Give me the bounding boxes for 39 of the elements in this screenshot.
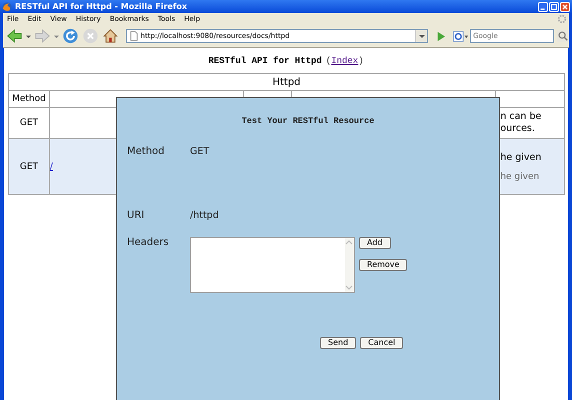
action-button[interactable]: Send [320,337,356,349]
dialog-title: Test Your RESTful Resource [240,116,376,126]
back-icon[interactable] [6,28,23,44]
maximize-button[interactable] [549,2,559,12]
search-icon[interactable] [557,30,569,42]
dropdown-icon[interactable] [26,34,31,38]
close-button[interactable] [560,2,570,12]
browser-icon [2,2,12,12]
header-button[interactable]: Remove [359,259,408,271]
page-heading: RESTful API for Httpd [208,56,322,66]
description-text: n can be [499,111,542,123]
field-label: Method [127,146,166,159]
paren-text: ( [326,56,332,66]
field-label: Headers [127,237,170,250]
note-text: he given [499,172,540,182]
search-engine-icon[interactable] [453,30,470,42]
description-text: he given [499,152,542,164]
paren-text: ) [358,56,364,66]
field-label: URI [127,210,146,221]
home-icon[interactable] [102,28,119,44]
field-value: /httpd [190,210,219,221]
header-button[interactable]: Add [359,237,390,249]
description-text: ources. [499,123,536,135]
column-header: Method [8,90,50,108]
table-title: Httpd [8,74,564,90]
go-icon[interactable] [435,30,446,42]
method-text: GET [20,162,38,172]
minimize-button[interactable] [538,2,548,12]
dropdown-icon[interactable] [418,33,425,39]
field-value: GET [190,146,210,159]
page-icon [130,31,138,41]
window-title: RESTful API for Httpd - Mozilla Firefox [15,2,188,11]
action-button[interactable]: Cancel [360,337,404,349]
dropdown-icon[interactable] [54,34,59,38]
index-link[interactable]: Index [331,56,358,66]
method-text: GET [20,118,38,128]
throbber-icon [557,14,567,24]
reload-icon[interactable] [62,28,79,44]
resource-link[interactable]: / [50,162,53,172]
